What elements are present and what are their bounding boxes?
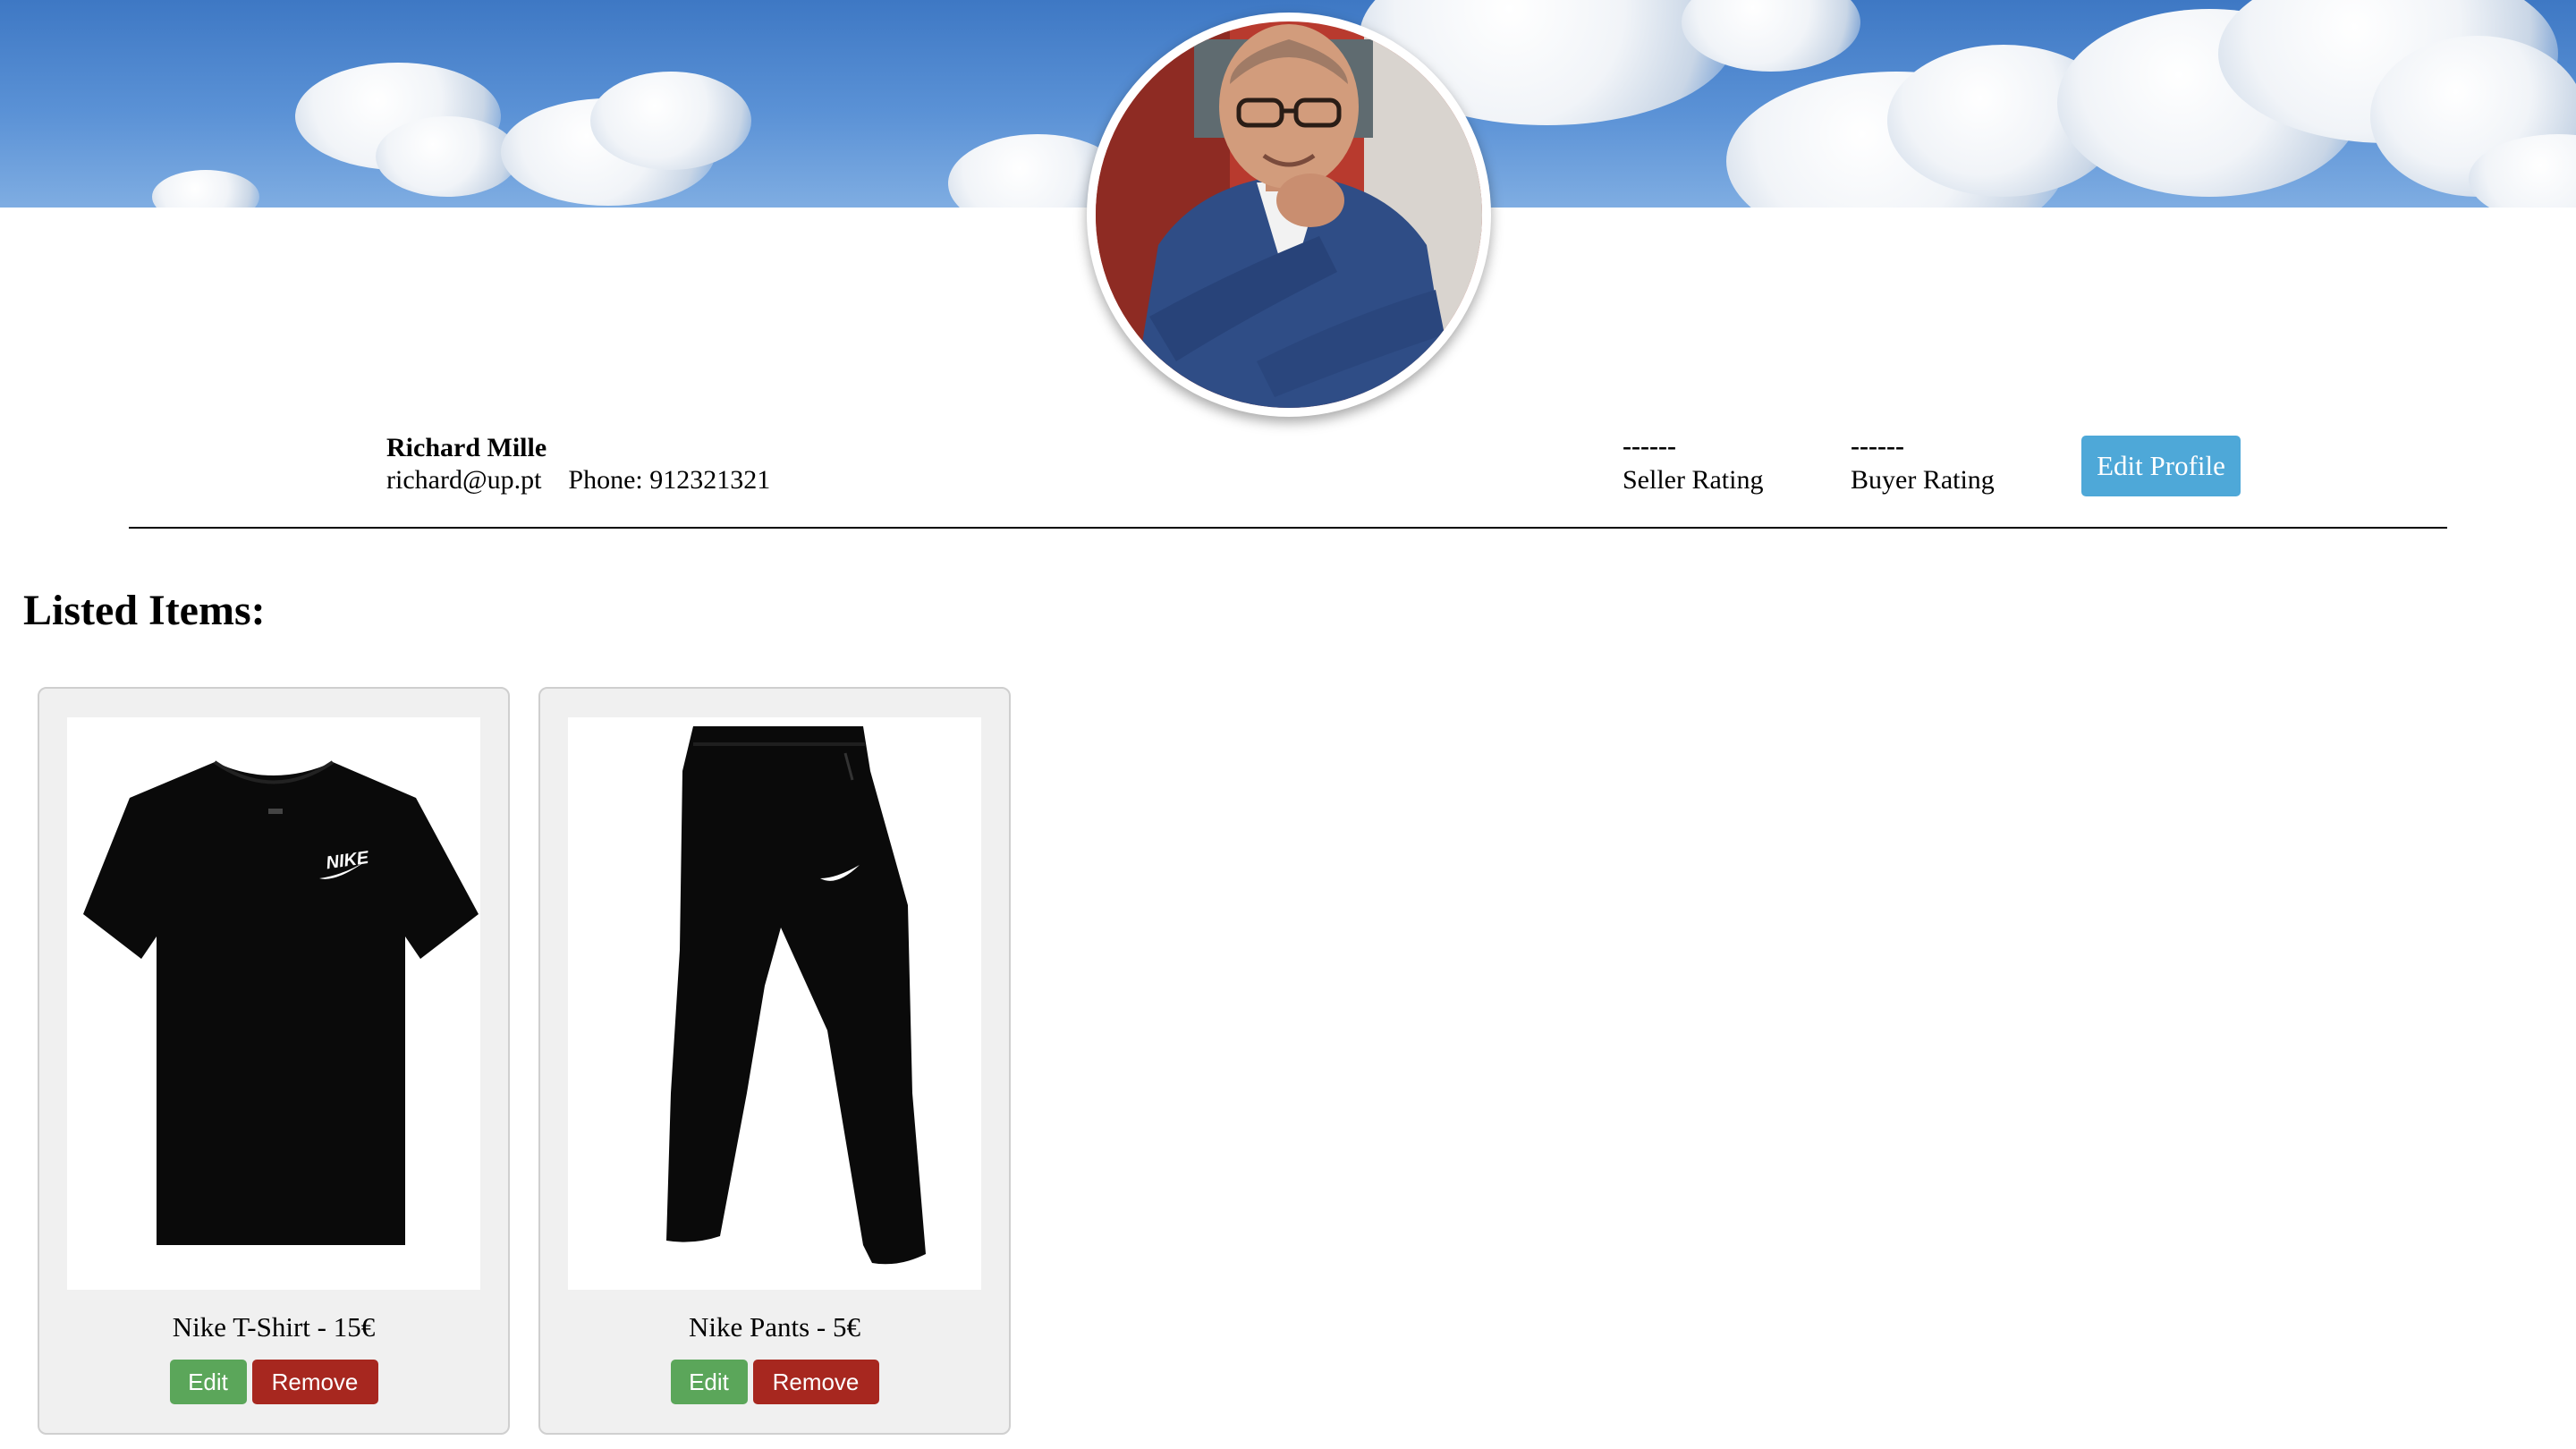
item-card: NIKE Nike T-Shirt - 15€ Edit Remove xyxy=(38,687,510,1435)
buyer-rating: ------ Buyer Rating xyxy=(1851,433,1995,496)
seller-rating: ------ Seller Rating xyxy=(1623,433,1763,496)
black-tshirt-icon: NIKE xyxy=(83,760,479,1245)
profile-name: Richard Mille xyxy=(386,433,547,462)
remove-item-button[interactable]: Remove xyxy=(752,1360,879,1404)
listed-items-heading: Listed Items: xyxy=(23,587,266,634)
buyer-rating-value: ------ xyxy=(1851,431,1904,461)
item-card: Nike Pants - 5€ Edit Remove xyxy=(538,687,1011,1435)
remove-item-button[interactable]: Remove xyxy=(251,1360,378,1404)
profile-avatar xyxy=(1087,13,1491,417)
profile-divider xyxy=(129,527,2447,529)
edit-item-button[interactable]: Edit xyxy=(670,1360,748,1404)
edit-profile-button[interactable]: Edit Profile xyxy=(2081,436,2241,496)
seller-rating-value: ------ xyxy=(1623,431,1676,461)
buyer-rating-label: Buyer Rating xyxy=(1851,465,1995,495)
black-pants-icon xyxy=(666,726,926,1265)
item-image[interactable] xyxy=(568,717,981,1290)
profile-email: richard@up.pt xyxy=(386,465,542,495)
item-title: Nike T-Shirt - 15€ xyxy=(172,1311,376,1343)
profile-phone: Phone: 912321321 xyxy=(568,465,771,495)
seller-rating-label: Seller Rating xyxy=(1623,465,1764,495)
item-title: Nike Pants - 5€ xyxy=(688,1311,860,1343)
item-actions: Edit Remove xyxy=(540,1360,1009,1404)
profile-contact: richard@up.pt Phone: 912321321 xyxy=(386,465,770,496)
item-actions: Edit Remove xyxy=(39,1360,508,1404)
avatar-photo xyxy=(1096,21,1482,408)
item-image[interactable]: NIKE xyxy=(67,717,480,1290)
edit-item-button[interactable]: Edit xyxy=(169,1360,247,1404)
